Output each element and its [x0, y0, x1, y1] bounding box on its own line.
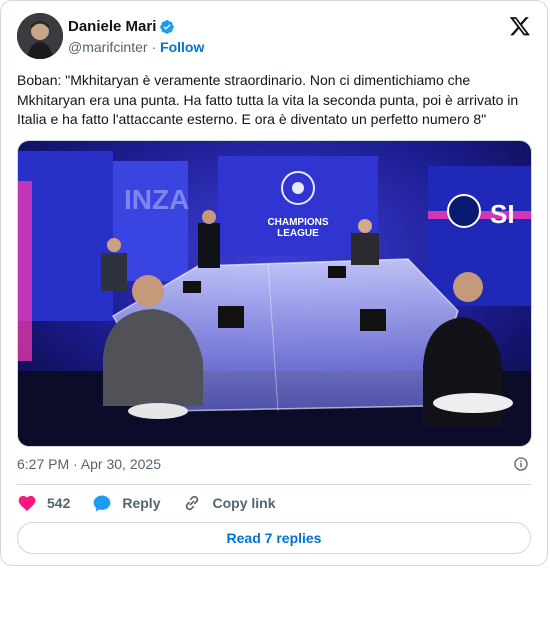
tweet-timestamp[interactable]: 6:27 PM · Apr 30, 2025 [17, 456, 161, 472]
info-icon[interactable] [513, 456, 529, 472]
follow-button[interactable]: Follow [160, 39, 204, 55]
backdrop-center-line2: LEAGUE [277, 228, 319, 239]
reply-label: Reply [122, 495, 161, 511]
read-replies-button[interactable]: Read 7 replies [17, 522, 531, 554]
tweet-media-image[interactable]: INZA CHAMPIONS LEAGUE SI [17, 140, 532, 447]
backdrop-center-line1: CHAMPIONS [267, 217, 328, 228]
backdrop-right-text: SI [490, 199, 515, 229]
author-handle[interactable]: @marifcinter [68, 39, 148, 55]
tweet-card: Daniele Mari @marifcinter · Follow Boban… [0, 0, 548, 566]
handle-separator: · [151, 39, 157, 55]
action-bar: 542 Reply Copy link [17, 493, 298, 513]
author-names: Daniele Mari @marifcinter · Follow [68, 17, 204, 57]
reply-button[interactable]: Reply [92, 493, 160, 513]
x-logo-icon[interactable] [509, 15, 531, 37]
avatar[interactable] [17, 13, 63, 59]
backdrop-left-text: INZA [124, 184, 189, 215]
copy-link-button[interactable]: Copy link [182, 493, 276, 513]
author-display-name[interactable]: Daniele Mari [68, 17, 156, 36]
divider [17, 484, 531, 485]
verified-badge-icon [159, 19, 175, 35]
link-icon [186, 495, 199, 511]
heart-icon [18, 495, 36, 511]
tweet-text: Boban: "Mkhitaryan è veramente straordin… [17, 72, 519, 127]
copy-link-label: Copy link [212, 495, 276, 511]
reply-bubble-icon [94, 495, 111, 512]
like-count: 542 [47, 495, 71, 511]
tweet-header: Daniele Mari @marifcinter · Follow [17, 13, 531, 61]
like-button[interactable]: 542 [17, 493, 70, 513]
